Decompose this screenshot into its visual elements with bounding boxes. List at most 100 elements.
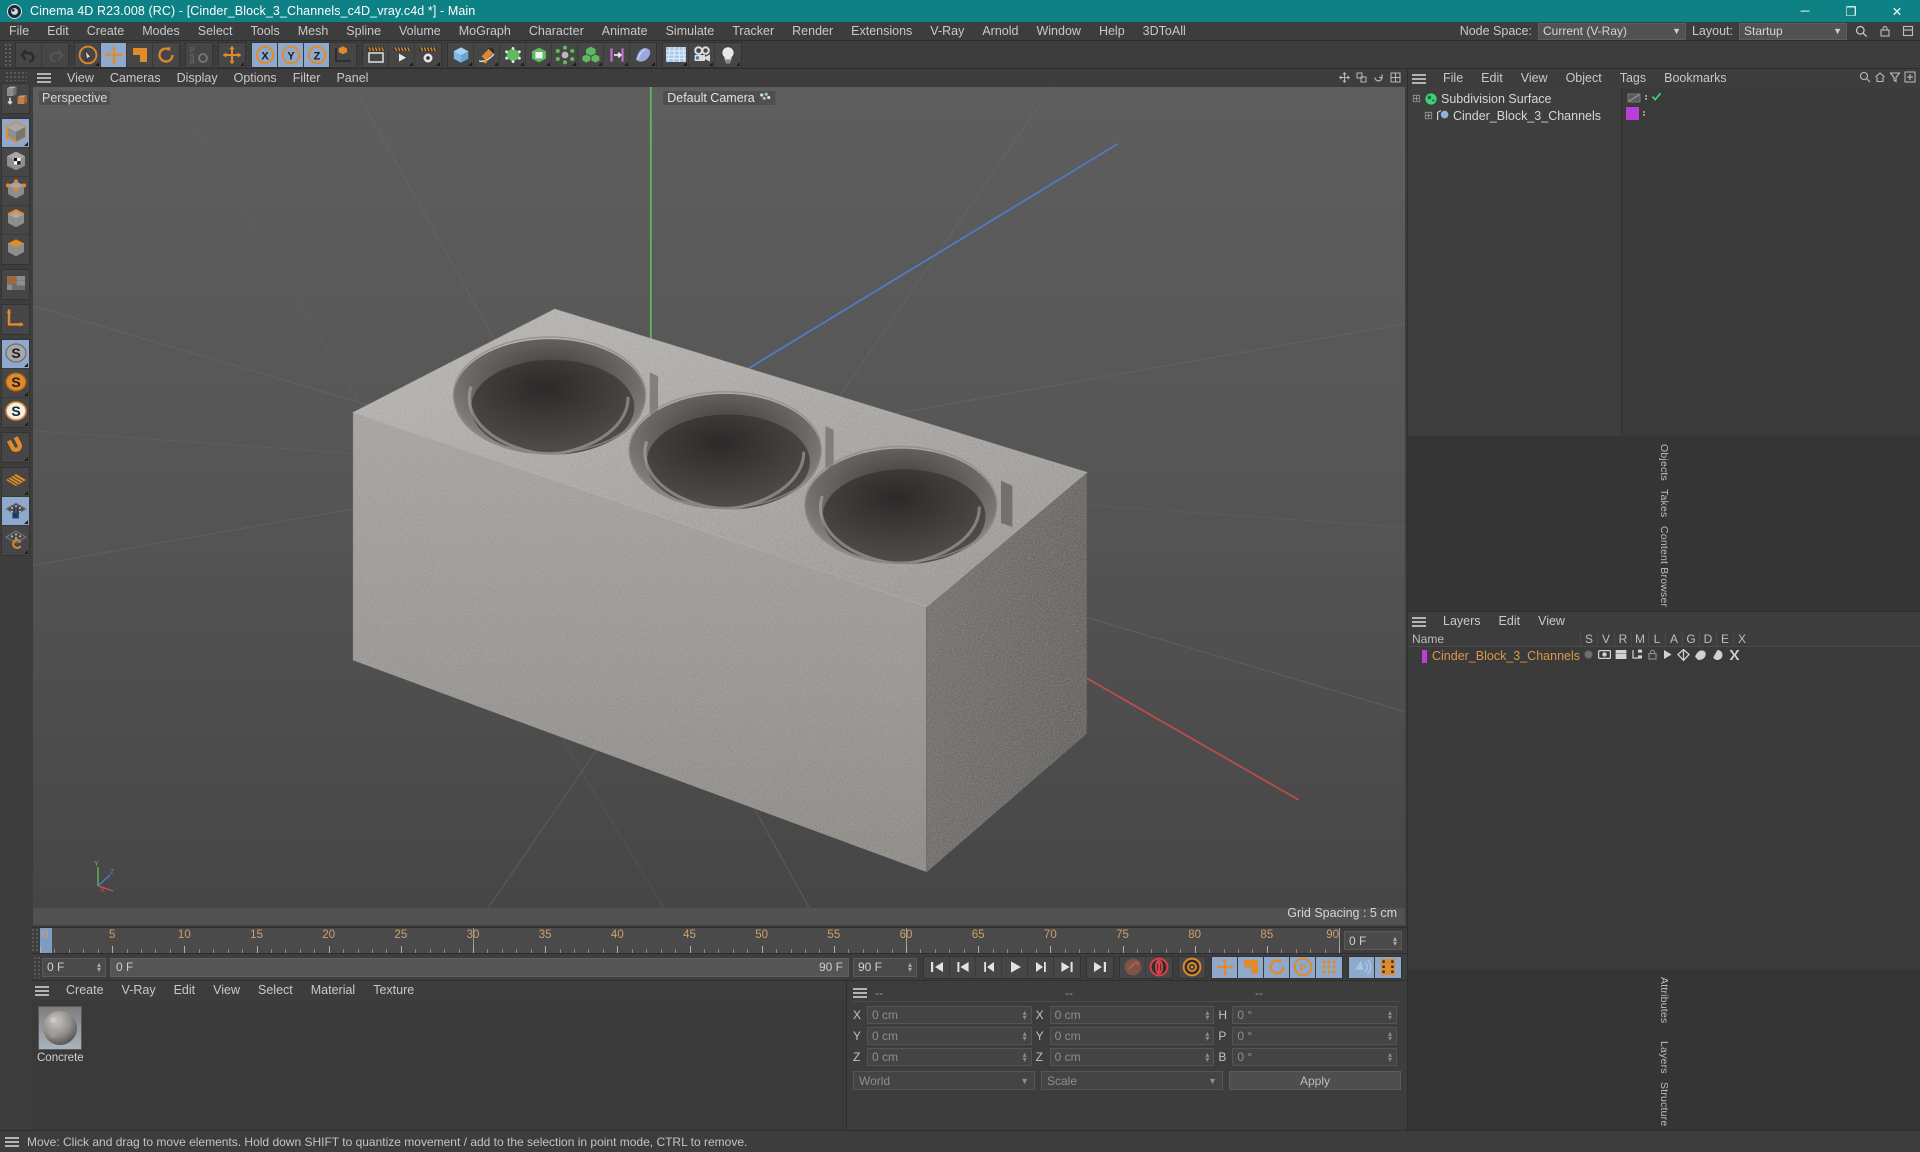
object-row-0[interactable]: ⊞ Subdivision Surface xyxy=(1408,90,1920,107)
point-level-animation-button[interactable] xyxy=(1316,956,1342,978)
object-panel-menu-icon[interactable] xyxy=(1412,72,1430,86)
home-icon[interactable] xyxy=(1874,71,1886,86)
layout-select[interactable]: Startup ▼ xyxy=(1739,22,1847,40)
record-active-objects-button[interactable] xyxy=(1120,956,1146,978)
menu-item-animate[interactable]: Animate xyxy=(593,22,657,41)
spinner-icon[interactable]: ▴ ▾ xyxy=(97,961,101,974)
menu-item-mograph[interactable]: MoGraph xyxy=(450,22,520,41)
xref-icon[interactable] xyxy=(1728,649,1741,664)
polygons-mode-button[interactable] xyxy=(2,235,29,264)
menu-item-create[interactable]: Create xyxy=(78,22,134,41)
material-menu-material[interactable]: Material xyxy=(302,981,364,1000)
object-menu-file[interactable]: File xyxy=(1434,69,1472,88)
scale-key-button[interactable] xyxy=(1238,956,1264,978)
layout-lock-icon[interactable] xyxy=(1876,23,1893,40)
coordinate-field-position-Y[interactable]: 0 cm ▴ ▾ xyxy=(867,1027,1032,1045)
world-object-axis[interactable] xyxy=(330,43,356,67)
viewport-menu-display[interactable]: Display xyxy=(169,69,226,87)
position-key-button[interactable] xyxy=(1212,956,1238,978)
rotation-key-button[interactable] xyxy=(1264,956,1290,978)
viewport-menu-cameras[interactable]: Cameras xyxy=(102,69,169,87)
spinner-icon[interactable]: ▴ ▾ xyxy=(1205,1030,1209,1043)
menu-item-arnold[interactable]: Arnold xyxy=(973,22,1027,41)
viewport-solo-hierarchy-button[interactable]: S xyxy=(2,398,29,427)
viewport-menu-options[interactable]: Options xyxy=(226,69,285,87)
enable-axis-modification-button[interactable] xyxy=(2,305,29,334)
enable-snapping-button[interactable] xyxy=(2,433,29,462)
timeline-filmstrip-button[interactable] xyxy=(1375,956,1401,978)
layer-row-0[interactable]: Cinder_Block_3_Channels xyxy=(1408,647,1920,665)
model-mode-button[interactable] xyxy=(2,119,29,148)
coordinate-field-size-Z[interactable]: 0 cm ▴ ▾ xyxy=(1049,1048,1215,1066)
spinner-icon[interactable]: ▴ ▾ xyxy=(908,961,912,974)
object-manager-body[interactable]: ⊞ Subdivision Surface ⊞ Cinder_Block_3_Chan… xyxy=(1408,88,1920,437)
lock-workplane-button[interactable] xyxy=(2,497,29,526)
spinner-icon[interactable]: ▴ ▾ xyxy=(1388,1030,1392,1043)
uv-mode-button[interactable] xyxy=(2,270,29,299)
pla-key-button[interactable]: P xyxy=(1290,956,1316,978)
deformer-button[interactable] xyxy=(604,42,630,67)
material-menu-edit[interactable]: Edit xyxy=(165,981,205,1000)
timeline-frame-field[interactable]: 0 F ▴ ▾ xyxy=(1344,931,1402,950)
viewport-solo-single-button[interactable]: S xyxy=(2,369,29,398)
layer-color-swatch[interactable] xyxy=(1422,649,1427,663)
transport-grip[interactable] xyxy=(33,956,42,978)
render-settings-button[interactable] xyxy=(415,43,441,67)
object-menu-view[interactable]: View xyxy=(1512,69,1557,88)
coordinate-mode-select[interactable]: Scale ▼ xyxy=(1041,1071,1223,1090)
camera-button[interactable] xyxy=(689,42,715,67)
z-axis-lock[interactable]: Z xyxy=(304,42,330,67)
spinner-icon[interactable]: ▴ ▾ xyxy=(1023,1009,1027,1022)
layer-menu-view[interactable]: View xyxy=(1529,612,1574,631)
timeline-range-slider[interactable]: 0 F 90 F xyxy=(110,957,849,977)
coordinate-field-size-Y[interactable]: 0 cm ▴ ▾ xyxy=(1049,1027,1215,1045)
keyframe-selection-button[interactable] xyxy=(1179,957,1205,978)
menu-item-modes[interactable]: Modes xyxy=(133,22,189,41)
generators-button[interactable] xyxy=(500,42,526,67)
visible-eye-icon[interactable] xyxy=(1598,649,1612,663)
layer-menu-layers[interactable]: Layers xyxy=(1434,612,1490,631)
maximize-button[interactable]: ❐ xyxy=(1828,0,1874,22)
layer-panel-menu-icon[interactable] xyxy=(1412,615,1430,629)
render-to-picture-viewer-button[interactable] xyxy=(389,42,415,67)
tab-layers[interactable]: Layers xyxy=(1658,1037,1670,1078)
spinner-icon[interactable]: ▴ ▾ xyxy=(1023,1051,1027,1064)
tab-content-browser[interactable]: Content Browser xyxy=(1658,522,1670,611)
menu-item-tools[interactable]: Tools xyxy=(242,22,289,41)
manager-tree-icon[interactable] xyxy=(1631,649,1643,663)
material-menu-select[interactable]: Select xyxy=(249,981,302,1000)
add-spline-button[interactable] xyxy=(474,42,500,67)
material-menu-v-ray[interactable]: V-Ray xyxy=(113,981,165,1000)
end-frame-field[interactable]: 90 F ▴ ▾ xyxy=(853,957,917,977)
menu-item-tracker[interactable]: Tracker xyxy=(723,22,783,41)
coordinate-space-select[interactable]: World ▼ xyxy=(853,1071,1035,1090)
coordinate-field-size-X[interactable]: 0 cm ▴ ▾ xyxy=(1049,1006,1215,1024)
search-icon[interactable] xyxy=(1859,71,1871,86)
layout-menu-icon[interactable] xyxy=(1899,23,1916,40)
live-selection-tool[interactable] xyxy=(75,42,101,67)
menu-item-v-ray[interactable]: V-Ray xyxy=(921,22,973,41)
coordinate-field-rotation-B[interactable]: 0 ° ▴ ▾ xyxy=(1232,1048,1398,1066)
material-menu-view[interactable]: View xyxy=(204,981,249,1000)
camera-dots-icon[interactable] xyxy=(759,91,771,105)
viewport-menu-panel[interactable]: Panel xyxy=(328,69,376,87)
planar-workplane-button[interactable] xyxy=(2,526,29,555)
viewport-maximize-icon[interactable] xyxy=(1390,71,1401,86)
spinner-icon[interactable]: ▴ ▾ xyxy=(1388,1009,1392,1022)
go-to-next-frame-button[interactable] xyxy=(1028,956,1054,978)
menu-item-spline[interactable]: Spline xyxy=(337,22,390,41)
go-to-previous-key-button[interactable] xyxy=(950,956,976,978)
play-button[interactable] xyxy=(1002,956,1028,978)
solo-dot-icon[interactable] xyxy=(1583,649,1594,663)
lock-icon[interactable] xyxy=(1647,649,1658,663)
mograph-button[interactable] xyxy=(578,42,604,67)
close-button[interactable]: ✕ xyxy=(1874,0,1920,22)
psr-toggle[interactable]: PSR xyxy=(186,43,212,67)
bend-deformer-button[interactable] xyxy=(526,42,552,67)
viewport-solo-off-button[interactable]: S xyxy=(2,340,29,369)
tree-expand-icon[interactable]: ⊞ xyxy=(1422,109,1435,122)
material-menu-texture[interactable]: Texture xyxy=(364,981,423,1000)
material-menu-create[interactable]: Create xyxy=(57,981,113,1000)
go-to-next-key-button[interactable] xyxy=(1054,957,1080,978)
points-mode-button[interactable] xyxy=(2,177,29,206)
